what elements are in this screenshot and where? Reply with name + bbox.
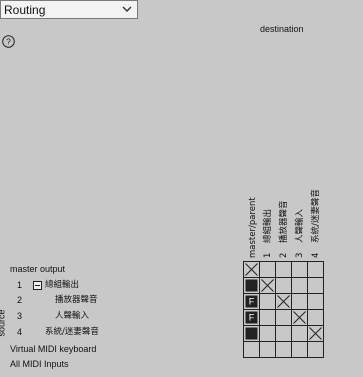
parent-flag-text: F bbox=[249, 313, 255, 323]
matrix-cell[interactable] bbox=[291, 261, 308, 278]
matrix-cell[interactable] bbox=[259, 261, 276, 278]
row-3-number: 3 bbox=[17, 311, 23, 321]
routing-matrix[interactable]: FF bbox=[243, 261, 328, 358]
matrix-cell[interactable] bbox=[259, 325, 276, 342]
routing-dropdown[interactable]: Routing bbox=[0, 0, 138, 19]
parent-flag-text: F bbox=[249, 297, 255, 307]
row-1-name: 總組輸出 bbox=[45, 280, 80, 290]
matrix-cell[interactable] bbox=[307, 293, 324, 310]
parent-filled-cell bbox=[245, 279, 258, 292]
matrix-cell[interactable] bbox=[307, 261, 324, 278]
row-3-name: 人聲輸入 bbox=[55, 311, 90, 321]
parent-filled-cell bbox=[245, 327, 258, 340]
matrix-cell[interactable] bbox=[291, 293, 308, 310]
column-4-name: 系統/迷妻聲音 bbox=[311, 189, 321, 243]
collapse-toggle-icon[interactable] bbox=[33, 281, 42, 290]
route-x-mark bbox=[277, 295, 290, 308]
matrix-cell[interactable] bbox=[291, 325, 308, 342]
column-3-number: 3 bbox=[295, 252, 305, 258]
column-master-parent: master/parent bbox=[248, 197, 258, 258]
row-all-midi-inputs: All MIDI Inputs bbox=[10, 359, 69, 369]
row-virtual-midi-keyboard: Virtual MIDI keyboard bbox=[10, 344, 97, 354]
row-2-number: 2 bbox=[17, 295, 23, 305]
route-x-mark bbox=[261, 279, 274, 292]
route-x-mark bbox=[309, 327, 322, 340]
matrix-cell[interactable] bbox=[259, 293, 276, 310]
matrix-cell[interactable] bbox=[243, 341, 260, 358]
matrix-cell[interactable] bbox=[307, 309, 324, 326]
column-3-name: 人聲輸入 bbox=[295, 208, 305, 243]
matrix-cell[interactable] bbox=[291, 277, 308, 294]
source-label: source bbox=[0, 309, 7, 337]
matrix-cell[interactable] bbox=[275, 341, 292, 358]
matrix-cell[interactable] bbox=[275, 261, 292, 278]
row-master-output: master output bbox=[10, 264, 66, 274]
column-2-number: 2 bbox=[279, 252, 289, 258]
row-4-name: 系統/迷妻聲音 bbox=[45, 327, 99, 337]
matrix-cell[interactable] bbox=[307, 341, 324, 358]
matrix-cell[interactable] bbox=[259, 341, 276, 358]
route-x-mark bbox=[293, 311, 306, 324]
question-circle-icon[interactable]: ? bbox=[2, 35, 15, 48]
route-x-mark bbox=[245, 263, 258, 276]
column-2-name: 播放器聲音 bbox=[279, 200, 289, 243]
matrix-cell[interactable] bbox=[307, 277, 324, 294]
svg-text:?: ? bbox=[6, 37, 11, 47]
column-1-name: 總組輸出 bbox=[263, 208, 273, 243]
matrix-cell[interactable] bbox=[275, 277, 292, 294]
destination-label: destination bbox=[260, 24, 304, 34]
row-2-name: 播放器聲音 bbox=[55, 295, 98, 305]
column-1-number: 1 bbox=[263, 252, 273, 258]
row-4-number: 4 bbox=[17, 327, 23, 337]
matrix-cell[interactable] bbox=[291, 341, 308, 358]
column-4-number: 4 bbox=[311, 252, 321, 258]
routing-dropdown-value: Routing bbox=[4, 3, 46, 17]
matrix-cell[interactable] bbox=[259, 309, 276, 326]
row-1-number: 1 bbox=[17, 280, 23, 290]
matrix-cell[interactable] bbox=[275, 309, 292, 326]
chevron-down-icon bbox=[122, 6, 132, 12]
matrix-cell[interactable] bbox=[275, 325, 292, 342]
